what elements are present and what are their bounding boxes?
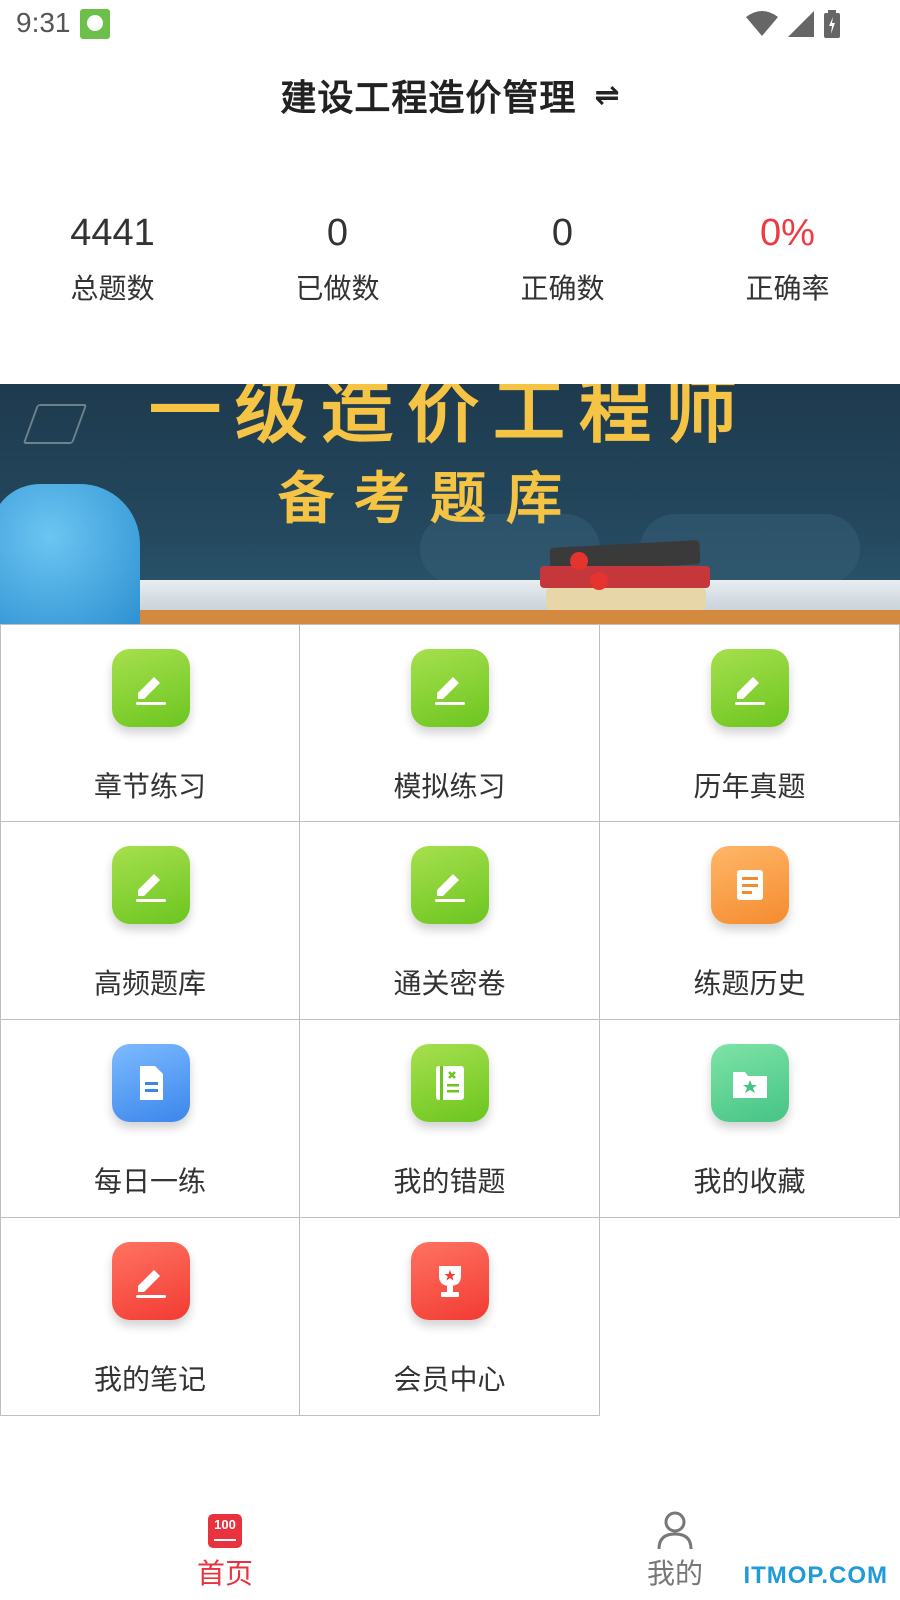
menu-label: 模拟练习	[393, 770, 506, 803]
menu-secret-papers[interactable]: 通关密卷	[300, 822, 600, 1020]
menu-member-center[interactable]: 会员中心	[300, 1218, 600, 1416]
menu-label: 历年真题	[693, 770, 806, 803]
banner-title: 一级造价工程师	[148, 384, 751, 453]
menu-wrong-questions[interactable]: 我的错题	[300, 1020, 600, 1218]
stat-value: 0%	[760, 212, 815, 254]
edit-icon	[112, 846, 190, 924]
stat-label: 总题数	[70, 272, 155, 305]
watermark: ITMOP.COM	[743, 1562, 888, 1589]
edit-icon	[711, 649, 789, 727]
nav-home[interactable]: 100 首页	[165, 1500, 285, 1600]
scroll-icon	[711, 846, 789, 924]
wifi-icon	[746, 11, 778, 36]
edit-icon	[411, 846, 489, 924]
menu-daily-practice[interactable]: 每日一练	[0, 1020, 300, 1218]
menu-label: 我的笔记	[93, 1363, 206, 1396]
stat-total: 4441 总题数	[0, 205, 225, 325]
promo-banner[interactable]: 一级造价工程师 备考题库	[0, 384, 900, 624]
edit-icon	[411, 649, 489, 727]
signal-icon	[788, 11, 814, 37]
books-illustration	[540, 540, 715, 614]
menu-label: 练题历史	[693, 967, 806, 1000]
menu-label: 章节练习	[93, 770, 206, 803]
edit-icon	[112, 649, 190, 727]
document-icon	[112, 1044, 190, 1122]
stats-panel: 4441 总题数 0 已做数 0 正确数 0% 正确率	[0, 205, 900, 325]
notebook-icon	[411, 1044, 489, 1122]
system-icons	[746, 10, 840, 38]
menu-label: 每日一练	[93, 1165, 206, 1198]
stat-value: 0	[551, 212, 574, 254]
menu-chapter-practice[interactable]: 章节练习	[0, 624, 300, 822]
menu-my-notes[interactable]: 我的笔记	[0, 1218, 300, 1416]
stat-label: 已做数	[295, 272, 380, 305]
menu-high-frequency[interactable]: 高频题库	[0, 822, 300, 1020]
nav-mine-label: 我的	[646, 1557, 703, 1590]
stat-accuracy: 0% 正确率	[675, 205, 900, 325]
flower-decoration	[590, 572, 608, 590]
flower-decoration	[570, 552, 588, 570]
menu-my-favorites[interactable]: 我的收藏	[600, 1020, 900, 1218]
switch-icon[interactable]: ⇌	[594, 78, 619, 113]
status-bar: 9:31	[0, 0, 900, 48]
menu-label: 高频题库	[93, 967, 206, 1000]
nav-mine[interactable]: 我的	[615, 1500, 735, 1600]
folder-star-icon	[711, 1044, 789, 1122]
battery-icon	[824, 10, 840, 38]
pencil-icon	[112, 1242, 190, 1320]
feature-grid: 章节练习 模拟练习 历年真题 高频题库 通关密卷 练题历史 每日一练 我的错题 …	[0, 624, 900, 1416]
stat-label: 正确数	[520, 272, 605, 305]
stat-value: 0	[326, 212, 349, 254]
person-icon	[657, 1511, 693, 1550]
trophy-icon	[411, 1242, 489, 1320]
stat-value: 4441	[70, 212, 155, 254]
nav-home-label: 首页	[196, 1557, 253, 1590]
menu-label: 我的收藏	[693, 1165, 806, 1198]
menu-label: 我的错题	[393, 1165, 506, 1198]
stat-label: 正确率	[745, 272, 830, 305]
stat-correct: 0 正确数	[450, 205, 675, 325]
menu-mock-practice[interactable]: 模拟练习	[300, 624, 600, 822]
status-time: 9:31	[16, 7, 71, 38]
empty-cell	[600, 1218, 900, 1416]
stat-done: 0 已做数	[225, 205, 450, 325]
header: 建设工程造价管理 ⇌	[0, 60, 900, 130]
page-title: 建设工程造价管理	[280, 78, 577, 119]
menu-past-exams[interactable]: 历年真题	[600, 624, 900, 822]
backpack-illustration	[0, 484, 140, 624]
home-100-icon: 100	[208, 1514, 242, 1548]
app-notification-icon	[80, 9, 110, 39]
menu-label: 会员中心	[393, 1363, 506, 1396]
menu-label: 通关密卷	[393, 967, 506, 1000]
menu-practice-history[interactable]: 练题历史	[600, 822, 900, 1020]
